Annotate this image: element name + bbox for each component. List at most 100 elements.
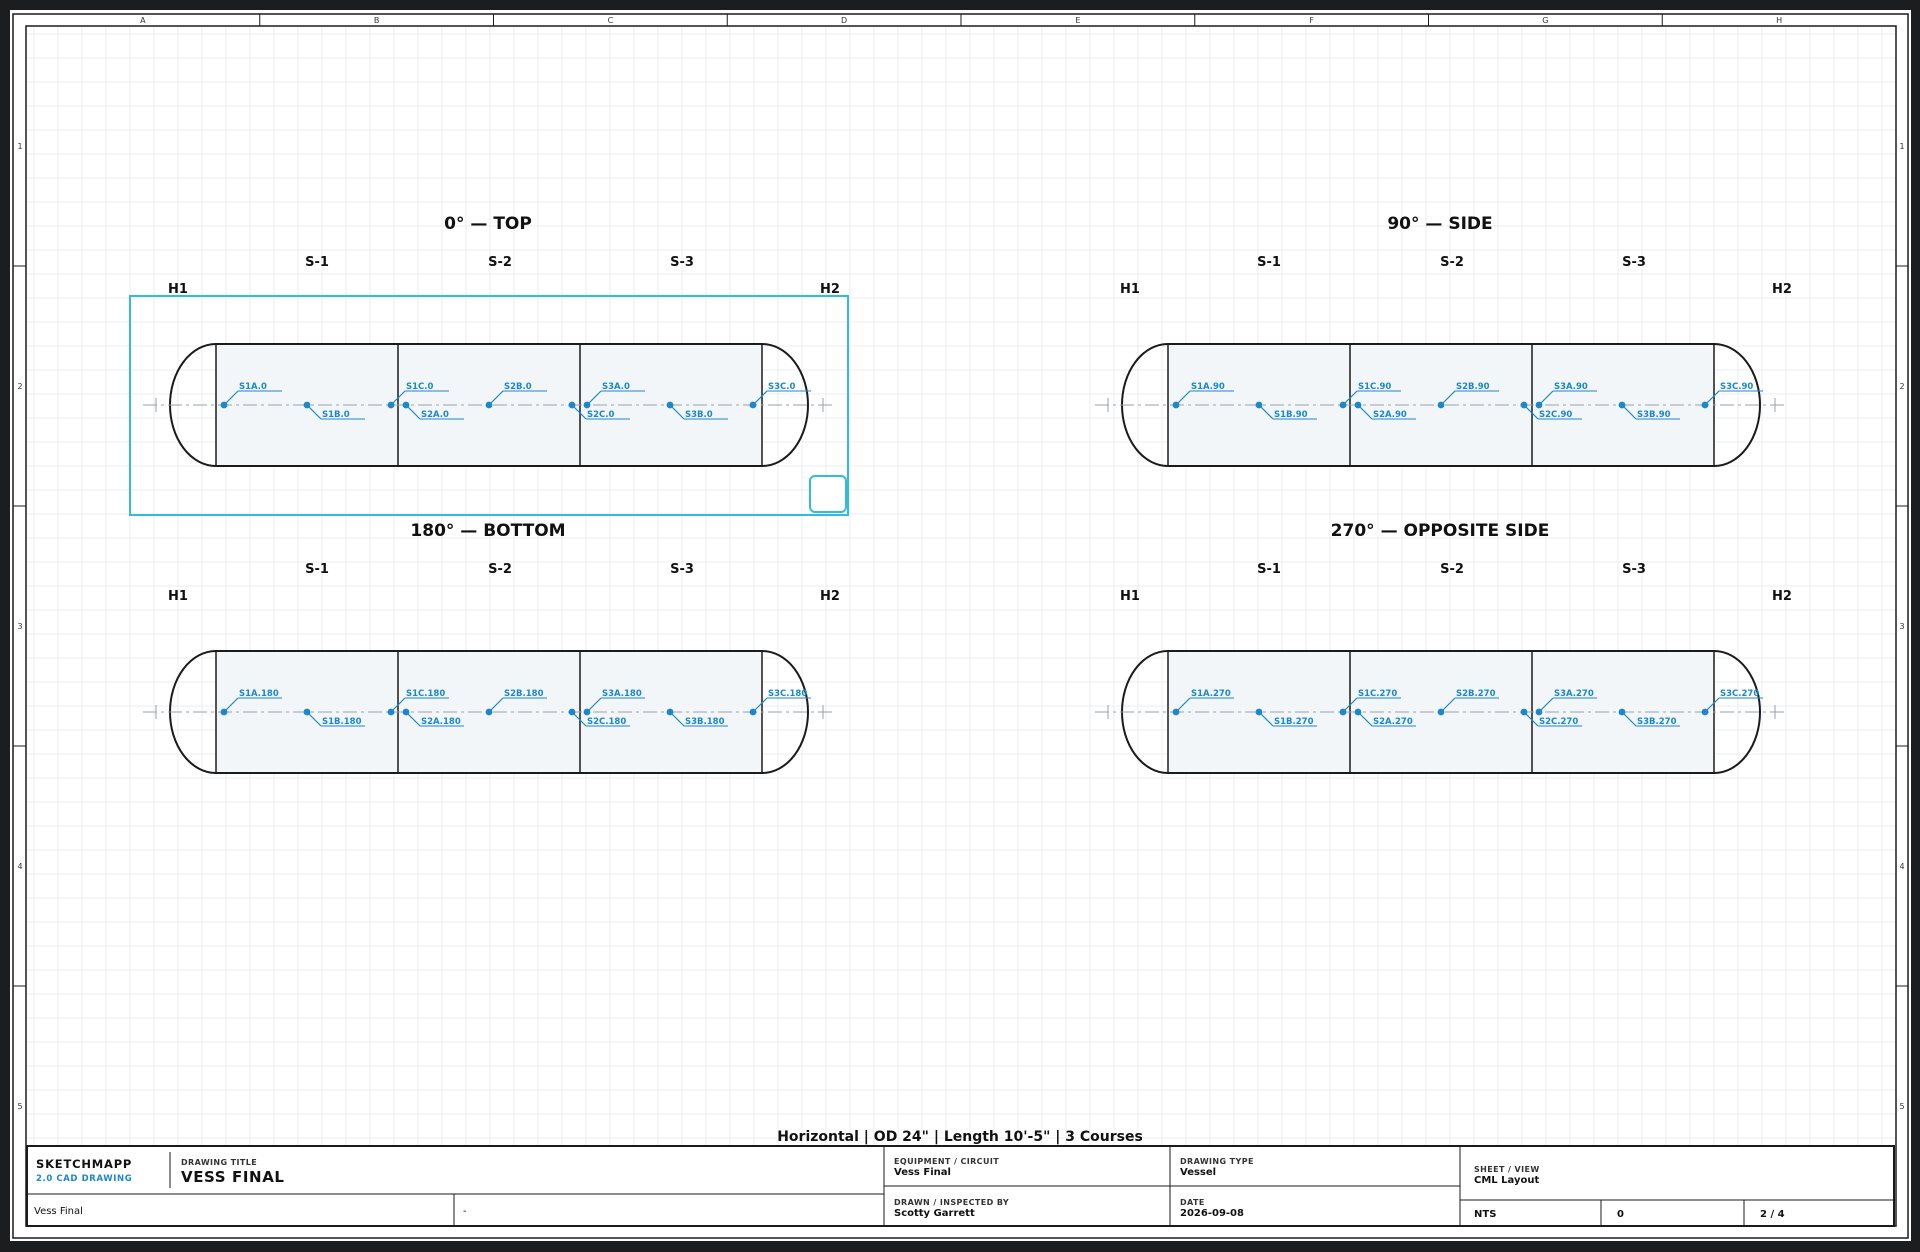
zone-row-label: 4 [17, 862, 22, 871]
drawn-by-value[interactable]: Scotty Garrett [894, 1208, 975, 1219]
cml-label[interactable]: S3C.270 [1720, 689, 1759, 699]
cml-label[interactable]: S3B.0 [685, 410, 713, 420]
cml-point[interactable] [1437, 708, 1445, 716]
sheet-view-value[interactable]: CML Layout [1474, 1175, 1539, 1186]
zone-column-label: B [374, 16, 380, 25]
cml-point[interactable] [1172, 401, 1180, 409]
drawing-canvas[interactable]: A B C D E F G H1 12 23 34 45 5 0° — TOPS-1 S-2 S-3H1 H2… [10, 10, 1911, 1241]
cml-point[interactable] [1354, 708, 1362, 716]
cml-label[interactable]: S1A.90 [1191, 382, 1225, 392]
cml-point[interactable] [485, 401, 493, 409]
drawing-title[interactable]: VESS FINAL [181, 1168, 285, 1186]
cml-label[interactable]: S1C.270 [1358, 689, 1397, 699]
cml-point[interactable] [485, 708, 493, 716]
cml-point[interactable] [1618, 401, 1626, 409]
cml-point[interactable] [568, 401, 576, 409]
vessel-view-1[interactable]: 90° — SIDE S-1 S-2 S-3 H1 H2 S1A.90 S1B.90 S1C.9… [1095, 214, 1792, 467]
cml-point[interactable] [666, 708, 674, 716]
cml-label[interactable]: S1A.270 [1191, 689, 1231, 699]
cml-label[interactable]: S3B.180 [685, 717, 725, 727]
cml-point[interactable] [1535, 401, 1543, 409]
cml-label[interactable]: S3C.180 [768, 689, 807, 699]
shell-label: S-1 [1257, 562, 1281, 577]
cml-label[interactable]: S2B.180 [504, 689, 544, 699]
drawing-type-value[interactable]: Vessel [1180, 1167, 1216, 1178]
cml-label[interactable]: S1A.180 [239, 689, 279, 699]
cml-label[interactable]: S1C.90 [1358, 382, 1391, 392]
cml-label[interactable]: S1C.0 [406, 382, 434, 392]
cml-label[interactable]: S3A.0 [602, 382, 630, 392]
head-label-h2: H2 [820, 282, 840, 297]
cml-point[interactable] [387, 708, 395, 716]
cml-label[interactable]: S2C.180 [587, 717, 626, 727]
cml-point[interactable] [1437, 401, 1445, 409]
cml-point[interactable] [749, 708, 757, 716]
cml-point[interactable] [220, 708, 228, 716]
cml-label[interactable]: S2A.270 [1373, 717, 1413, 727]
cml-label[interactable]: S1A.0 [239, 382, 267, 392]
vessel-view-0[interactable]: 0° — TOP S-1 S-2 S-3 H1 H2 S1A.0 S1B.0 S1C.0 S2A.… [129, 214, 849, 516]
equipment-value[interactable]: Vess Final [894, 1167, 951, 1178]
cml-label[interactable]: S1B.180 [322, 717, 362, 727]
cml-point[interactable] [1701, 401, 1709, 409]
cml-point[interactable] [303, 401, 311, 409]
cml-point[interactable] [402, 401, 410, 409]
cml-point[interactable] [1618, 708, 1626, 716]
cml-point[interactable] [568, 708, 576, 716]
cml-label[interactable]: S3A.180 [602, 689, 642, 699]
cml-label[interactable]: S2B.90 [1456, 382, 1490, 392]
cml-point[interactable] [1535, 708, 1543, 716]
cml-label[interactable]: S3A.270 [1554, 689, 1594, 699]
cml-label[interactable]: S3C.0 [768, 382, 796, 392]
cml-point[interactable] [303, 708, 311, 716]
cml-label[interactable]: S2A.180 [421, 717, 461, 727]
selection-resize-handle[interactable] [809, 475, 847, 513]
cml-label[interactable]: S2B.270 [1456, 689, 1496, 699]
cml-label[interactable]: S2C.90 [1539, 410, 1572, 420]
cml-point[interactable] [1354, 401, 1362, 409]
cml-point[interactable] [1172, 708, 1180, 716]
cml-point[interactable] [1339, 708, 1347, 716]
cml-point[interactable] [1339, 401, 1347, 409]
cml-point[interactable] [583, 708, 591, 716]
brand-name: SKETCHMAPP [36, 1157, 133, 1171]
cml-point[interactable] [1255, 708, 1263, 716]
vessel-view-2[interactable]: 180° — BOTTOM S-1 S-2 S-3 H1 H2 S1A.180 S1B.180… [143, 521, 840, 774]
shell-label: S-2 [1440, 562, 1464, 577]
cml-point[interactable] [666, 401, 674, 409]
cml-label[interactable]: S2A.0 [421, 410, 449, 420]
cml-point[interactable] [1520, 401, 1528, 409]
cml-label[interactable]: S3A.90 [1554, 382, 1588, 392]
date-value[interactable]: 2026-09-08 [1180, 1208, 1244, 1219]
cml-label[interactable]: S3B.270 [1637, 717, 1677, 727]
vessel-view-3[interactable]: 270° — OPPOSITE SIDE S-1 S-2 S-3 H1 H2 S1A.270… [1095, 521, 1792, 774]
cml-point[interactable] [220, 401, 228, 409]
cml-label[interactable]: S2C.270 [1539, 717, 1578, 727]
drawing-sheet[interactable]: ABCDEFGH1122334455 0° — TOP S-1 S-2 S-3 H1 H2… [10, 10, 1911, 1241]
cml-point[interactable] [583, 401, 591, 409]
cml-label[interactable]: S1C.180 [406, 689, 445, 699]
zone-row-label: 2 [1899, 382, 1904, 391]
cml-label[interactable]: S3C.90 [1720, 382, 1753, 392]
cml-label[interactable]: S1B.0 [322, 410, 350, 420]
head-label-h2: H2 [1772, 589, 1792, 604]
zone-row-label: 1 [17, 142, 22, 151]
cml-point[interactable] [749, 401, 757, 409]
cml-point[interactable] [1255, 401, 1263, 409]
zone-row-label: 5 [17, 1102, 22, 1111]
cml-label[interactable]: S2C.0 [587, 410, 615, 420]
scale-value: NTS [1474, 1209, 1497, 1220]
cml-point[interactable] [1701, 708, 1709, 716]
cml-point[interactable] [387, 401, 395, 409]
cml-label[interactable]: S3B.90 [1637, 410, 1671, 420]
inner-border [25, 25, 1897, 1227]
cml-label[interactable]: S2B.0 [504, 382, 532, 392]
cml-point[interactable] [1520, 708, 1528, 716]
zone-column-label: G [1542, 16, 1548, 25]
cml-label[interactable]: S2A.90 [1373, 410, 1407, 420]
head-label-h1: H1 [1120, 589, 1140, 604]
cml-label[interactable]: S1B.90 [1274, 410, 1308, 420]
shell-label: S-3 [670, 255, 694, 270]
cml-label[interactable]: S1B.270 [1274, 717, 1314, 727]
cml-point[interactable] [402, 708, 410, 716]
